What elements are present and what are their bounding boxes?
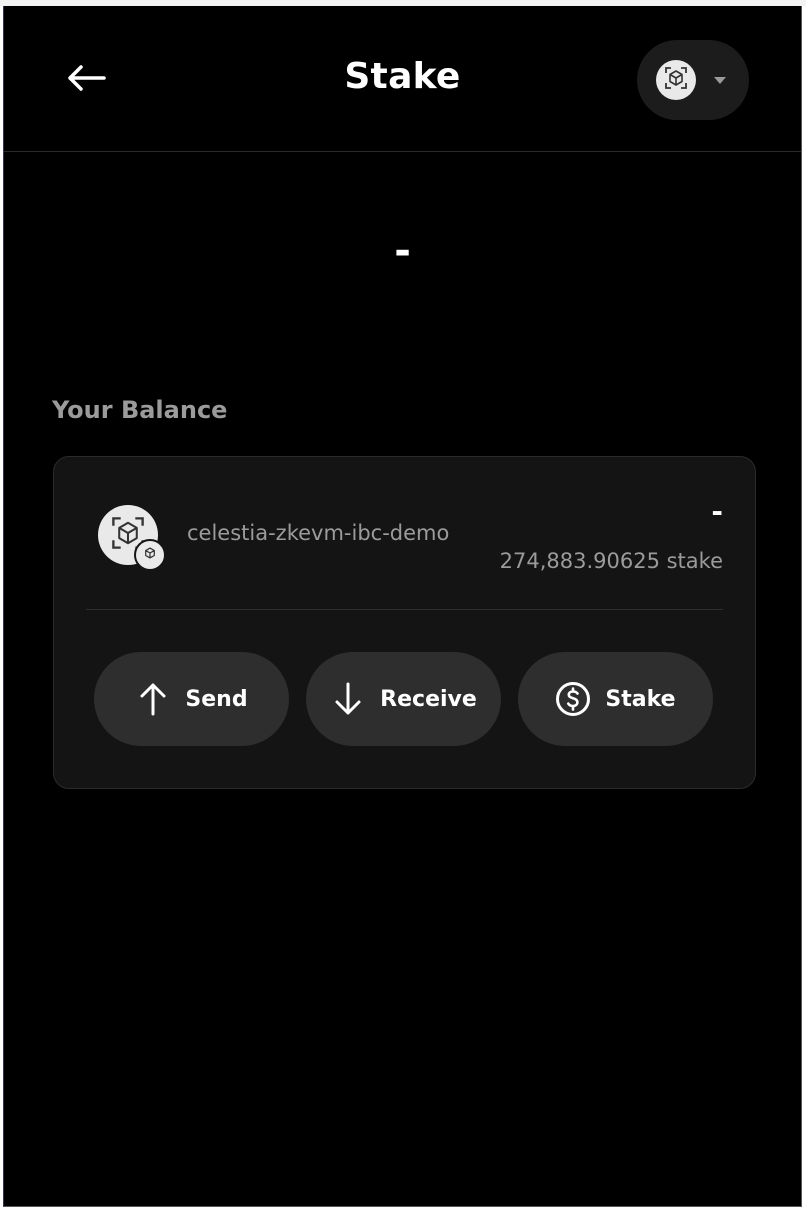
balance-section-label: Your Balance	[52, 396, 228, 424]
cube-icon	[142, 545, 158, 565]
caret-down-icon	[714, 76, 726, 84]
receive-label: Receive	[380, 686, 477, 712]
stake-button[interactable]: Stake	[518, 652, 713, 746]
wallet-window: Stake - Your Balance celestia-zkevm-ibc-…	[3, 6, 802, 1207]
dollar-circle-icon	[555, 681, 591, 717]
action-bar: Send Receive Stake	[94, 652, 713, 746]
balance-card: celestia-zkevm-ibc-demo - 274,883.90625 …	[53, 456, 756, 789]
send-label: Send	[185, 686, 248, 712]
chain-avatar	[656, 60, 696, 100]
stake-label: Stake	[605, 686, 676, 712]
asset-name: celestia-zkevm-ibc-demo	[187, 521, 450, 545]
card-divider	[86, 609, 723, 610]
total-fiat-value: -	[394, 228, 411, 274]
page-header: Stake	[4, 6, 801, 152]
asset-amount: 274,883.90625 stake	[499, 549, 723, 573]
cube-icon	[663, 65, 689, 95]
send-button[interactable]: Send	[94, 652, 289, 746]
arrow-up-icon	[135, 681, 171, 717]
asset-fiat-value: -	[711, 495, 723, 528]
chain-badge	[134, 539, 166, 571]
receive-button[interactable]: Receive	[306, 652, 501, 746]
arrow-down-icon	[330, 681, 366, 717]
chain-selector[interactable]	[637, 40, 749, 120]
